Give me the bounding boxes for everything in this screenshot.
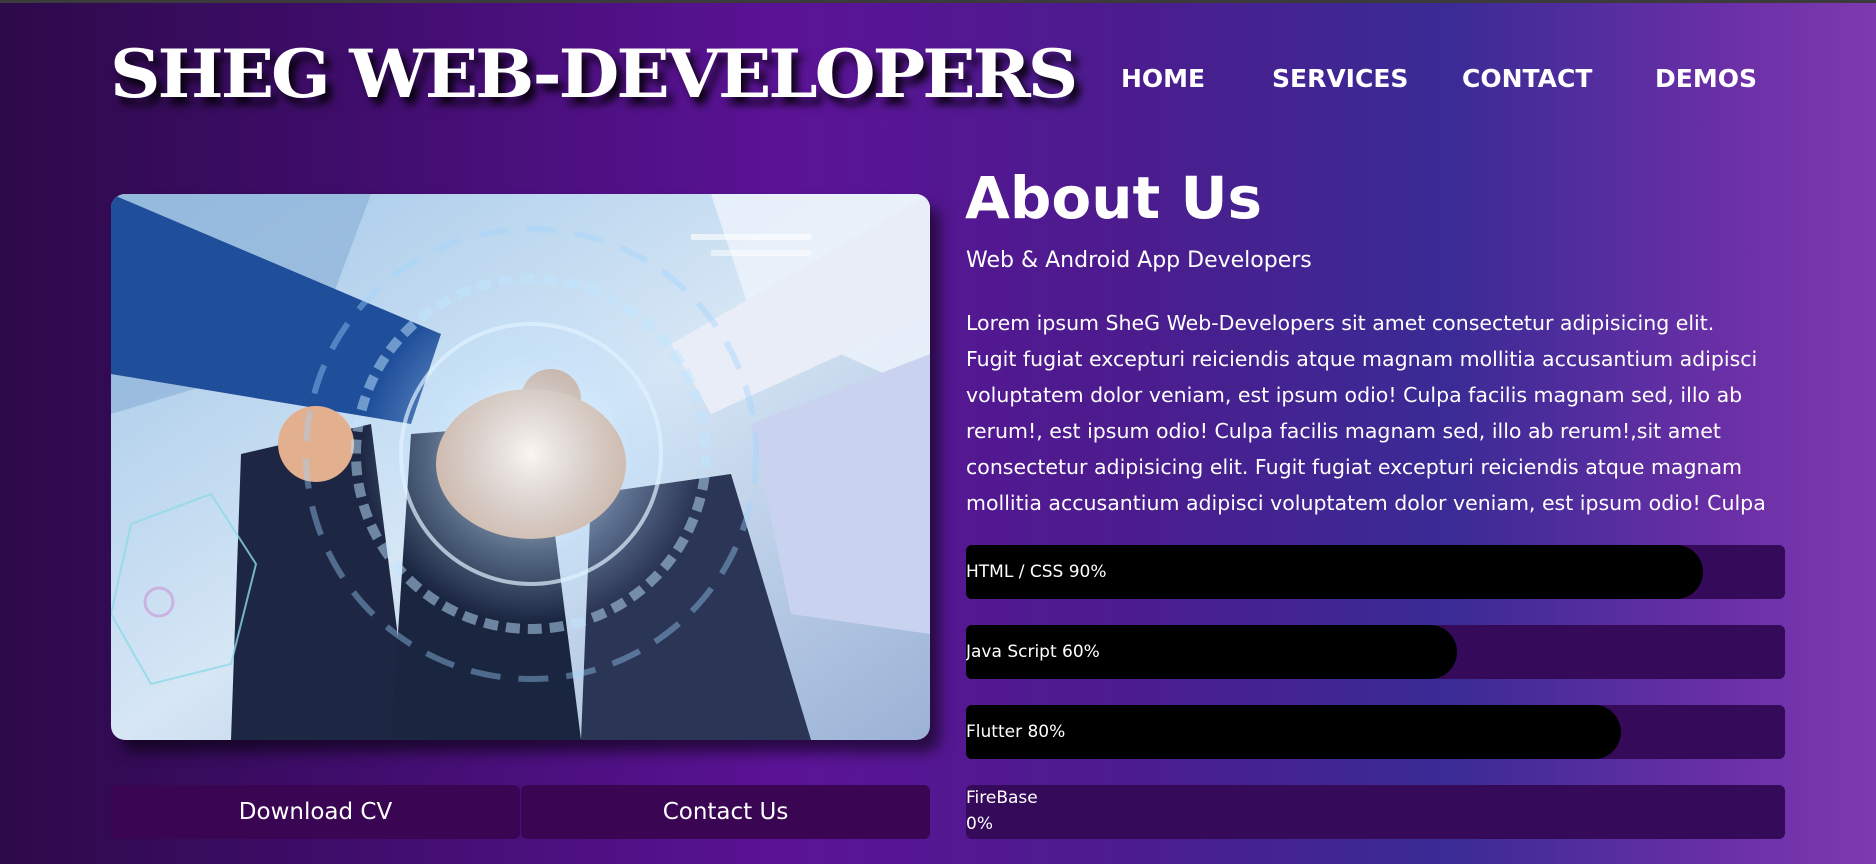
about-line: mollitia accusantium adipisci voluptatem… (966, 491, 1766, 515)
main-nav: HOME SERVICES CONTACT DEMOS (0, 62, 1876, 96)
skill-bar-label: HTML / CSS 90% (966, 562, 1107, 582)
about-line: Fugit fugiat excepturi reiciendis atque … (966, 347, 1758, 371)
nav-contact[interactable]: CONTACT (1462, 62, 1592, 96)
about-line: Lorem ipsum SheG Web-Developers sit amet… (966, 311, 1715, 335)
about-line: rerum!, est ipsum odio! Culpa facilis ma… (966, 419, 1721, 443)
top-border (0, 0, 1876, 3)
about-subtitle: Web & Android App Developers (966, 248, 1312, 273)
about-title: About Us (965, 164, 1263, 232)
skill-bar-html-css: HTML / CSS 90% (966, 545, 1785, 599)
about-line: consectetur adipisicing elit. Fugit fugi… (966, 455, 1743, 479)
nav-demos[interactable]: DEMOS (1655, 62, 1757, 96)
skill-bar-label: Java Script 60% (966, 642, 1100, 662)
team-photo (111, 194, 930, 740)
skill-bar-flutter: Flutter 80% (966, 705, 1785, 759)
nav-home[interactable]: HOME (1121, 62, 1205, 96)
download-cv-button[interactable]: Download CV (111, 785, 520, 839)
team-photo-illustration (111, 194, 930, 740)
skill-bar-javascript: Java Script 60% (966, 625, 1785, 679)
skill-bar-label: Flutter 80% (966, 722, 1066, 742)
contact-us-button[interactable]: Contact Us (521, 785, 930, 839)
nav-services[interactable]: SERVICES (1272, 62, 1408, 96)
about-line: voluptatem dolor veniam, est ipsum odio!… (966, 383, 1743, 407)
about-paragraph: Lorem ipsum SheG Web-Developers sit amet… (966, 305, 1788, 521)
skill-bar-firebase: FireBase 0% (966, 785, 1785, 839)
skill-bar-label: FireBase 0% (966, 788, 1038, 834)
